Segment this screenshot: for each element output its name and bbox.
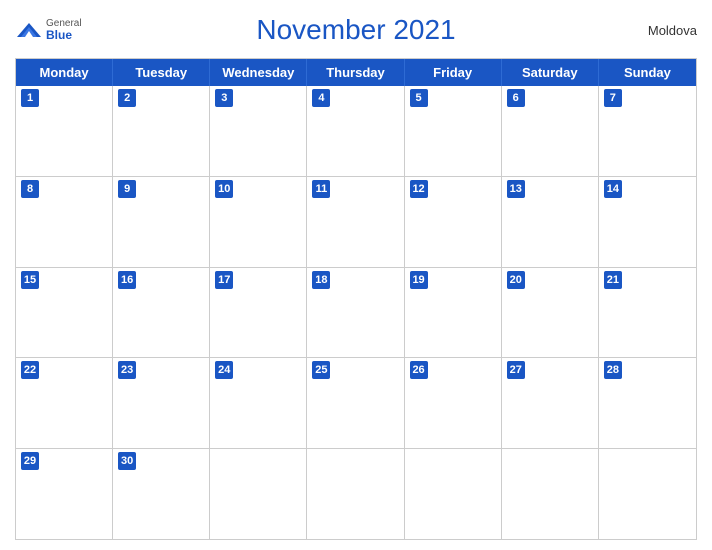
month-title: November 2021 <box>256 14 455 46</box>
week-row-3: 15 16 17 18 19 20 21 <box>16 267 696 358</box>
day-cell: 25 <box>307 358 404 448</box>
day-number: 4 <box>312 89 330 107</box>
day-cell: 19 <box>405 268 502 358</box>
day-cell: 29 <box>16 449 113 539</box>
calendar-header: General Blue November 2021 Moldova <box>15 10 697 50</box>
day-cell: 9 <box>113 177 210 267</box>
day-number: 12 <box>410 180 428 198</box>
day-number: 29 <box>21 452 39 470</box>
day-cell: 27 <box>502 358 599 448</box>
calendar: MondayTuesdayWednesdayThursdayFridaySatu… <box>15 58 697 540</box>
day-headers: MondayTuesdayWednesdayThursdayFridaySatu… <box>16 59 696 86</box>
day-number: 19 <box>410 271 428 289</box>
day-number: 28 <box>604 361 622 379</box>
day-cell: 24 <box>210 358 307 448</box>
day-cell: 4 <box>307 86 404 176</box>
day-number: 15 <box>21 271 39 289</box>
day-cell: 16 <box>113 268 210 358</box>
day-cell <box>210 449 307 539</box>
day-header-thursday: Thursday <box>307 59 404 86</box>
day-number: 27 <box>507 361 525 379</box>
day-cell: 20 <box>502 268 599 358</box>
logo-icon <box>15 21 43 39</box>
day-cell: 2 <box>113 86 210 176</box>
day-number: 8 <box>21 180 39 198</box>
week-row-1: 1 2 3 4 5 6 7 <box>16 86 696 176</box>
day-number: 21 <box>604 271 622 289</box>
day-header-sunday: Sunday <box>599 59 696 86</box>
day-cell: 23 <box>113 358 210 448</box>
day-cell: 21 <box>599 268 696 358</box>
day-cell: 28 <box>599 358 696 448</box>
day-cell: 13 <box>502 177 599 267</box>
day-cell: 12 <box>405 177 502 267</box>
day-cell: 8 <box>16 177 113 267</box>
day-cell: 3 <box>210 86 307 176</box>
day-cell <box>502 449 599 539</box>
day-cell <box>307 449 404 539</box>
day-number: 13 <box>507 180 525 198</box>
day-number: 23 <box>118 361 136 379</box>
day-cell <box>405 449 502 539</box>
day-header-friday: Friday <box>405 59 502 86</box>
day-cell: 11 <box>307 177 404 267</box>
day-cell: 22 <box>16 358 113 448</box>
day-number: 6 <box>507 89 525 107</box>
week-row-4: 22 23 24 25 26 27 28 <box>16 357 696 448</box>
day-header-monday: Monday <box>16 59 113 86</box>
week-row-5: 29 30 <box>16 448 696 539</box>
day-number: 16 <box>118 271 136 289</box>
day-header-saturday: Saturday <box>502 59 599 86</box>
day-number: 18 <box>312 271 330 289</box>
day-number: 17 <box>215 271 233 289</box>
week-row-2: 8 9 10 11 12 13 14 <box>16 176 696 267</box>
day-cell: 5 <box>405 86 502 176</box>
day-cell: 10 <box>210 177 307 267</box>
day-number: 20 <box>507 271 525 289</box>
country-label: Moldova <box>648 23 697 38</box>
day-cell: 14 <box>599 177 696 267</box>
day-number: 24 <box>215 361 233 379</box>
day-number: 3 <box>215 89 233 107</box>
day-number: 25 <box>312 361 330 379</box>
day-cell <box>599 449 696 539</box>
day-number: 5 <box>410 89 428 107</box>
day-cell: 6 <box>502 86 599 176</box>
day-number: 22 <box>21 361 39 379</box>
day-header-wednesday: Wednesday <box>210 59 307 86</box>
weeks: 1234567891011121314151617181920212223242… <box>16 86 696 539</box>
logo: General Blue <box>15 18 82 42</box>
day-number: 26 <box>410 361 428 379</box>
day-number: 7 <box>604 89 622 107</box>
day-header-tuesday: Tuesday <box>113 59 210 86</box>
day-number: 11 <box>312 180 330 198</box>
logo-blue-text: Blue <box>46 29 82 42</box>
day-cell: 26 <box>405 358 502 448</box>
day-cell: 17 <box>210 268 307 358</box>
day-number: 10 <box>215 180 233 198</box>
day-cell: 15 <box>16 268 113 358</box>
day-number: 2 <box>118 89 136 107</box>
day-number: 30 <box>118 452 136 470</box>
day-cell: 18 <box>307 268 404 358</box>
day-cell: 30 <box>113 449 210 539</box>
day-cell: 1 <box>16 86 113 176</box>
day-number: 9 <box>118 180 136 198</box>
day-cell: 7 <box>599 86 696 176</box>
day-number: 1 <box>21 89 39 107</box>
day-number: 14 <box>604 180 622 198</box>
